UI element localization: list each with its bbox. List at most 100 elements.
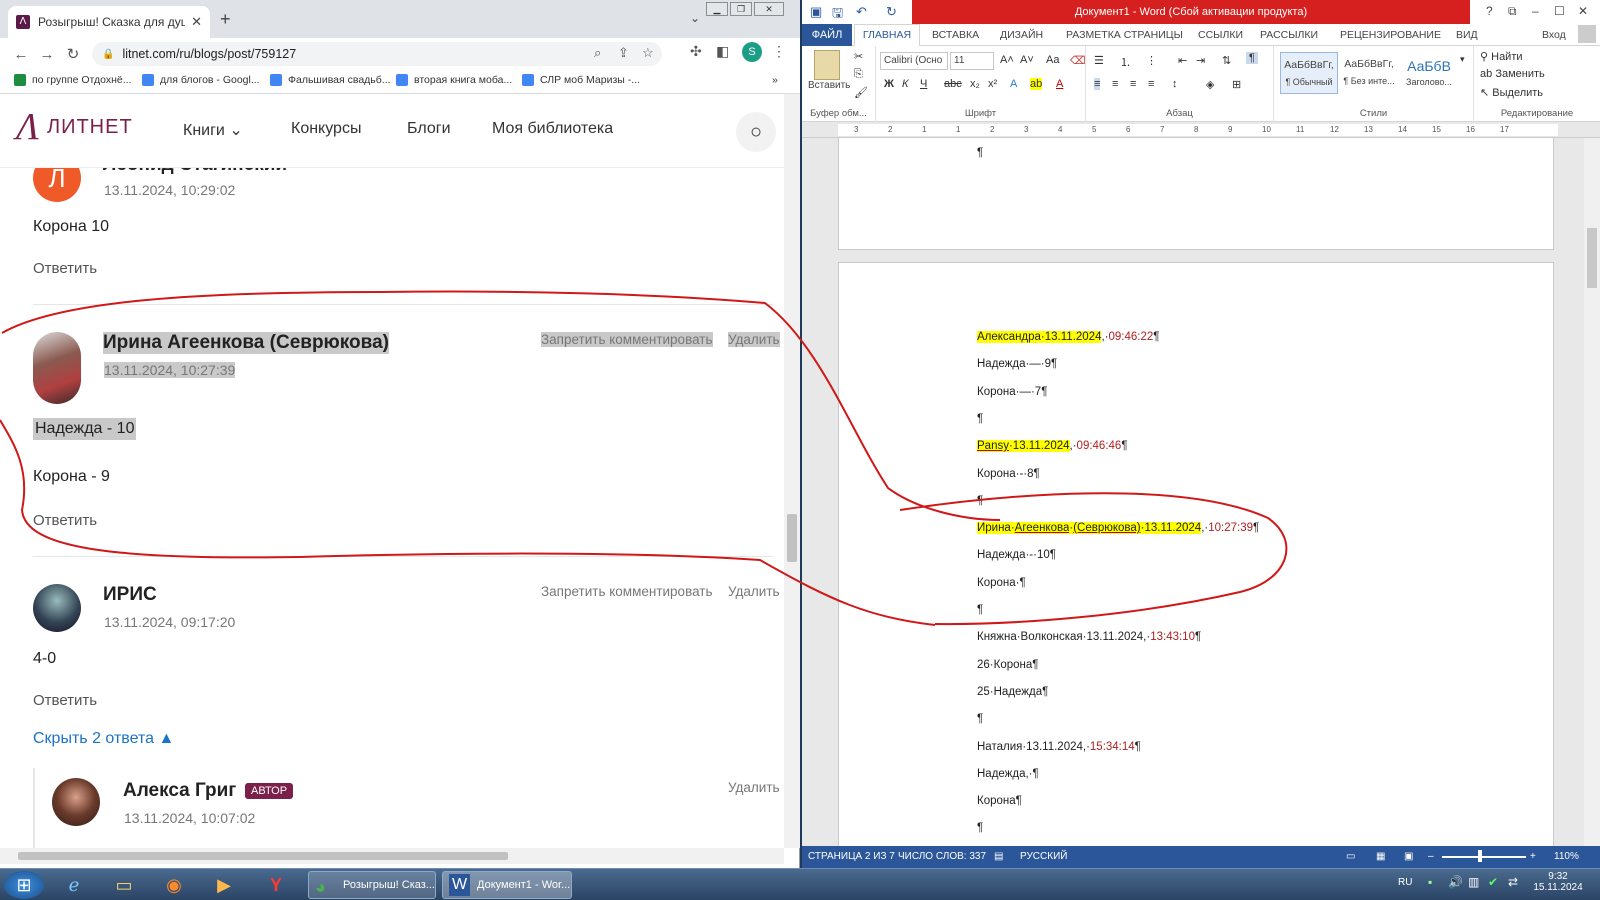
doc-line[interactable]: Ирина·Агеенкова·(Севрюкова)·13.11.2024,·… [977, 522, 1259, 535]
network-icon[interactable]: ▥ [1468, 875, 1479, 889]
tab-view[interactable]: ВИД [1456, 29, 1478, 41]
page-indicator[interactable]: СТРАНИЦА 2 ИЗ 7 [808, 851, 895, 862]
zoom-icon[interactable]: ⌕ [594, 45, 601, 61]
italic-icon[interactable]: К [902, 78, 908, 90]
avatar[interactable] [33, 584, 81, 632]
delete-button[interactable]: Удалить [728, 780, 780, 795]
read-mode-icon[interactable]: ▭ [1346, 851, 1355, 862]
align-center-icon[interactable]: ≡ [1112, 78, 1118, 90]
hide-replies-toggle[interactable]: Скрыть 2 ответа ▲ [33, 730, 174, 748]
align-left-icon[interactable]: ≡ [1094, 78, 1101, 90]
bookmark-item[interactable]: СЛР моб Маризы -... [522, 74, 640, 86]
bookmark-item[interactable]: Фальшивая свадьб... [270, 74, 391, 86]
underline-icon[interactable]: Ч [920, 78, 927, 90]
file-explorer-icon[interactable]: ▭ [104, 871, 144, 899]
copy-icon[interactable]: ⎘ [854, 68, 863, 81]
format-painter-icon[interactable]: 🖌 [854, 86, 868, 99]
increase-indent-icon[interactable]: ⇥ [1196, 54, 1205, 67]
doc-line[interactable]: 26·Корона¶ [977, 659, 1038, 671]
firefox-icon[interactable]: ◉ [154, 871, 194, 899]
page[interactable]: ¶ [838, 138, 1554, 250]
print-layout-icon[interactable]: ▦ [1376, 851, 1385, 862]
yandex-browser-icon[interactable]: Y [256, 871, 296, 899]
avatar[interactable] [52, 778, 100, 826]
reply-link[interactable]: Ответить [33, 260, 97, 277]
change-case-icon[interactable]: Aa [1046, 54, 1059, 66]
maximize-icon[interactable]: ❐ [730, 2, 752, 16]
sort-icon[interactable]: ⇅ [1222, 54, 1231, 67]
multilevel-list-icon[interactable]: ⋮ [1146, 54, 1157, 67]
tab-mailings[interactable]: РАССЫЛКИ [1260, 29, 1318, 41]
font-name-select[interactable]: Calibri (Осно [880, 52, 948, 70]
security-check-icon[interactable]: ✔ [1488, 875, 1498, 889]
input-language[interactable]: RU [1398, 877, 1412, 888]
doc-line[interactable]: ¶ [977, 495, 983, 507]
tab-review[interactable]: РЕЦЕНЗИРОВАНИЕ [1340, 29, 1441, 41]
nvidia-icon[interactable]: ▪ [1428, 875, 1432, 889]
tab-home[interactable]: ГЛАВНАЯ [854, 24, 920, 46]
highlight-icon[interactable]: ab [1030, 78, 1043, 90]
clock[interactable]: 9:32 15.11.2024 [1528, 871, 1588, 893]
text-effects-icon[interactable]: A [1010, 78, 1017, 90]
bookmarks-overflow[interactable]: » [772, 74, 778, 86]
grow-font-icon[interactable]: A˄ [1000, 54, 1014, 66]
page[interactable]: Александра·13.11.2024,·09:46:22¶ Надежда·… [838, 262, 1554, 846]
doc-line[interactable]: Корона¶ [977, 795, 1022, 807]
close-window-icon[interactable]: ✕ [1578, 4, 1588, 18]
bookmark-item[interactable]: вторая книга моба... [396, 74, 512, 86]
find-button[interactable]: ⚲ Найти [1480, 50, 1523, 63]
styles-more-icon[interactable]: ▾ [1460, 54, 1465, 65]
taskbar-chrome-task[interactable]: ◕ Розыгрыш! Сказ... [308, 871, 436, 899]
reply-link[interactable]: Ответить [33, 512, 97, 529]
doc-line[interactable]: Наталия·13.11.2024,·15:34:14¶ [977, 741, 1141, 753]
minimize-icon[interactable]: ▁ [706, 2, 728, 16]
justify-icon[interactable]: ≡ [1148, 78, 1154, 90]
strikethrough-icon[interactable]: abc [944, 78, 962, 90]
line-spacing-icon[interactable]: ↕ [1172, 78, 1178, 90]
close-window-icon[interactable]: ✕ [754, 2, 784, 16]
doc-line[interactable]: Надежда·-·10¶ [977, 549, 1056, 561]
taskbar-word-task[interactable]: W Документ1 - Wor... [442, 871, 572, 899]
bookmark-item[interactable]: для блогов - Googl... [142, 74, 260, 86]
internet-explorer-icon[interactable]: ℯ [54, 871, 94, 899]
ribbon-display-icon[interactable]: ⧉ [1508, 4, 1517, 19]
zoom-slider[interactable] [1442, 856, 1526, 858]
nav-my-library[interactable]: Моя библиотека [492, 120, 613, 138]
shrink-font-icon[interactable]: A˅ [1020, 54, 1034, 66]
comment-author[interactable]: Леонид Стагинский [103, 168, 287, 176]
bullets-icon[interactable]: ☰ [1094, 54, 1104, 67]
word-count[interactable]: ЧИСЛО СЛОВ: 337 [898, 851, 986, 862]
user-avatar-icon[interactable] [1578, 25, 1596, 43]
avatar[interactable] [33, 332, 81, 404]
forward-icon[interactable]: → [34, 46, 60, 63]
maximize-icon[interactable]: ☐ [1554, 4, 1565, 18]
volume-icon[interactable]: 🔊 [1448, 875, 1463, 889]
reply-link[interactable]: Ответить [33, 692, 97, 709]
vertical-ruler[interactable] [802, 138, 818, 846]
paste-button[interactable]: Вставить [808, 80, 850, 91]
scroll-thumb[interactable] [1587, 228, 1597, 288]
zoom-in-icon[interactable]: + [1530, 851, 1536, 862]
numbering-icon[interactable]: ⒈ [1120, 54, 1131, 70]
doc-line[interactable]: Надежда,·¶ [977, 768, 1039, 780]
font-size-select[interactable]: 11 [950, 52, 994, 70]
bold-icon[interactable]: Ж [884, 78, 894, 90]
page-scrollbar[interactable] [784, 94, 800, 848]
doc-line[interactable]: 25·Надежда¶ [977, 686, 1048, 698]
zoom-out-icon[interactable]: – [1428, 851, 1434, 862]
redo-icon[interactable]: ↻ [886, 4, 897, 20]
shading-icon[interactable]: ◈ [1206, 78, 1214, 91]
clear-format-icon[interactable]: ⌫ [1070, 54, 1086, 67]
zoom-slider-thumb[interactable] [1478, 850, 1482, 862]
sign-in-link[interactable]: Вход [1542, 29, 1566, 41]
reload-icon[interactable]: ↻ [60, 45, 86, 63]
close-tab-icon[interactable]: ✕ [191, 14, 202, 30]
undo-icon[interactable]: ↶ [856, 4, 867, 20]
tab-references[interactable]: ССЫЛКИ [1198, 29, 1243, 41]
minimize-icon[interactable]: – [1532, 4, 1539, 18]
browser-tab[interactable]: Λ Розыгрыш! Сказка для души - Б ✕ [8, 6, 210, 38]
paste-icon[interactable] [814, 50, 840, 80]
subscript-icon[interactable]: x₂ [970, 78, 980, 90]
doc-line[interactable]: Корона·-·8¶ [977, 468, 1040, 480]
doc-line[interactable]: Корона·—·7¶ [977, 386, 1047, 398]
